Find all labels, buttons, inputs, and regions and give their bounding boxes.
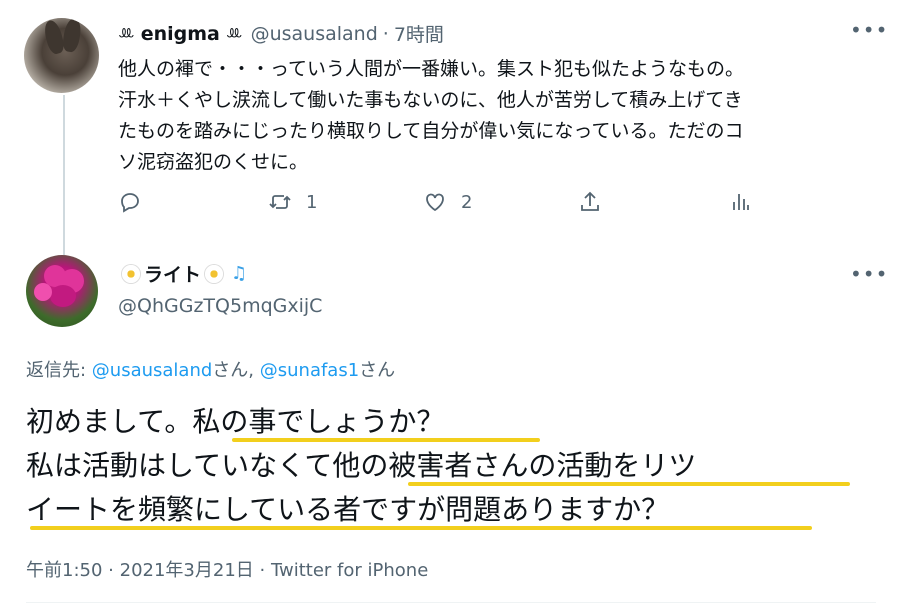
separator-dot: · (108, 560, 114, 581)
tweet-text-line: 他人の褌で・・・っていう人間が一番嫌い。集スト犯も似たようなもの。 (118, 58, 745, 80)
reply-context: 返信先: @usausalandさん, @sunafas1さん (26, 356, 395, 382)
tweet-text-content: 私は活動はしていなくて他の被害者さんの活動をリツ (26, 449, 697, 482)
ornament-icon: ꔛ (225, 23, 243, 44)
reply-connector: さん, (212, 360, 260, 381)
like-button[interactable]: 2 (423, 190, 472, 214)
tweet-text-content: 初めまして。私の事でしょうか？ (26, 405, 445, 438)
reply-user-link[interactable]: @usausaland (92, 360, 213, 381)
reply-user-link[interactable]: @sunafas1 (260, 360, 359, 381)
user-handle[interactable]: @usausaland (251, 23, 378, 45)
tweet-text-line: イートを頻繁にしている者ですが問題ありますか？ (26, 488, 812, 532)
share-icon (581, 191, 599, 211)
highlight-underline (30, 526, 812, 530)
avatar[interactable] (24, 18, 99, 93)
separator-dot: · (382, 22, 389, 45)
divider (26, 602, 876, 603)
analytics-button[interactable] (728, 190, 752, 214)
retweet-count: 1 (306, 191, 318, 213)
tweet-text-line: 初めまして。私の事でしょうか？ (26, 400, 696, 444)
user-handle[interactable]: @QhGGzTQ5mqGxijC (118, 295, 322, 317)
tweet-metadata: 午前1:50 · 2021年3月21日 · Twitter for iPhone (26, 556, 428, 582)
music-note-icon: ♫ (231, 263, 248, 284)
flower-emoji-icon (121, 264, 141, 284)
thread-line (63, 95, 65, 255)
main-tweet-header: ライト ♫ (118, 260, 247, 287)
like-count: 2 (461, 191, 473, 213)
tweet-actions: 1 2 (118, 190, 758, 220)
tweet-text-line: 汗水＋くやし涙流して働いた事もないのに、他人が苦労して積み上げてき (118, 89, 743, 111)
highlight-underline (232, 438, 540, 442)
highlight-underline (408, 482, 850, 486)
display-name[interactable]: ライト (144, 260, 201, 287)
reply-icon (121, 193, 139, 213)
reply-suffix: さん (359, 360, 396, 381)
tweet-date-link[interactable]: 2021年3月21日 (120, 560, 254, 581)
retweet-button[interactable]: 1 (268, 190, 317, 214)
separator-dot: · (259, 560, 266, 581)
tweet-text-content: イートを頻繁にしている者ですが問題ありますか？ (26, 493, 670, 526)
tweet-text: 初めまして。私の事でしょうか？ 私は活動はしていなくて他の被害者さんの活動をリツ… (26, 400, 850, 532)
share-button[interactable] (578, 190, 602, 214)
tweet-source-link[interactable]: Twitter for iPhone (271, 560, 428, 581)
tweet-text-line: たものを踏みにじったり横取りして自分が偉い気になっている。ただのコ (118, 120, 744, 142)
more-options-icon[interactable]: ••• (850, 18, 888, 42)
top-tweet-header: ꔛ enigma ꔛ @usausaland · 7時間 (118, 20, 444, 47)
reply-button[interactable] (118, 190, 142, 214)
heart-icon (426, 193, 444, 212)
tweet-text: 他人の褌で・・・っていう人間が一番嫌い。集スト犯も似たようなもの。 汗水＋くやし… (118, 54, 878, 178)
more-options-icon[interactable]: ••• (850, 262, 888, 286)
tweet-text-line: 私は活動はしていなくて他の被害者さんの活動をリツ (26, 444, 850, 488)
analytics-icon (733, 194, 749, 210)
tweet-timestamp-link[interactable]: 午前1:50 (26, 560, 102, 581)
retweet-icon (269, 195, 291, 209)
tweet-text-line: ソ泥窃盗犯のくせに。 (118, 151, 309, 173)
ornament-icon: ꔛ (118, 23, 135, 44)
tweet-time[interactable]: 7時間 (394, 20, 444, 47)
avatar[interactable] (26, 255, 98, 327)
display-name[interactable]: enigma (141, 23, 220, 45)
flower-emoji-icon (204, 264, 224, 284)
reply-prefix: 返信先: (26, 360, 92, 381)
